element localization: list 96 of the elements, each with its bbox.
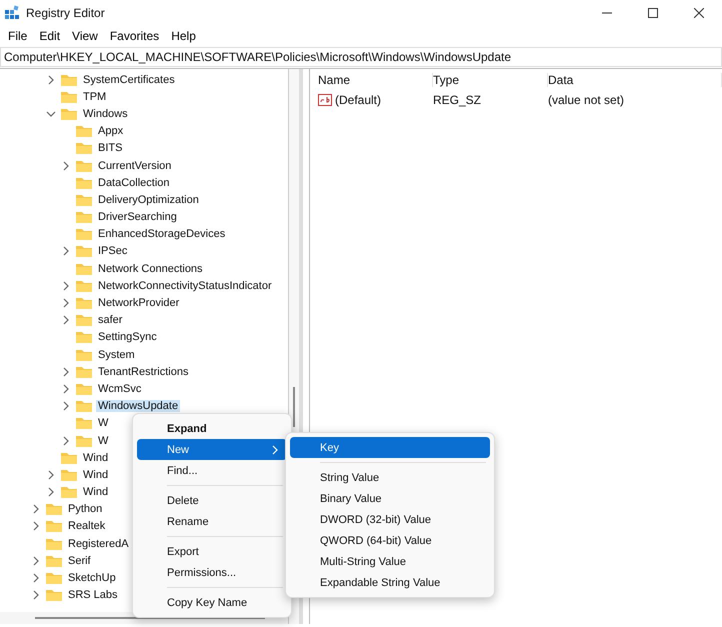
tree-item[interactable]: Network Connections (96, 262, 205, 275)
menu-bar-item[interactable]: Favorites (104, 29, 166, 43)
menu-bar-item[interactable]: View (66, 29, 104, 43)
folder-icon (75, 382, 93, 396)
tree-item[interactable]: EnhancedStorageDevices (96, 228, 228, 240)
string-value-icon (318, 94, 332, 106)
column-header[interactable]: Data (548, 73, 722, 87)
tree-item[interactable]: SystemCertificates (81, 74, 177, 86)
tree-item[interactable]: SketchUp (66, 572, 118, 584)
table-cell-text: REG_SZ (433, 93, 482, 107)
folder-icon (75, 141, 93, 156)
folder-icon (45, 571, 63, 586)
menu-item[interactable]: Multi-String Value (290, 551, 490, 572)
tree-item[interactable]: WindowsUpdate (96, 400, 180, 412)
folder-icon (75, 278, 93, 293)
folder-icon (60, 485, 78, 500)
tree-item[interactable]: DriverSearching (96, 211, 179, 224)
tree-item[interactable]: SRS Labs (66, 589, 120, 602)
tree-item[interactable]: CurrentVersion (96, 160, 174, 172)
tree-item[interactable]: NetworkConnectivityStatusIndicator (96, 280, 274, 292)
folder-icon (45, 519, 63, 534)
menu-item[interactable]: String Value (290, 467, 490, 488)
folder-icon (45, 536, 63, 551)
folder-icon (45, 502, 63, 516)
folder-icon (75, 262, 93, 276)
folder-icon (45, 554, 63, 568)
menu-item[interactable]: Binary Value (290, 488, 490, 509)
menu-item[interactable]: Delete (137, 490, 287, 511)
tree-item[interactable]: Wind (81, 452, 110, 464)
menu-item[interactable]: Rename (137, 511, 287, 532)
tree-item[interactable]: Python (66, 503, 104, 516)
folder-icon (60, 106, 78, 121)
menu-item[interactable]: Expand (137, 418, 287, 439)
tree-item[interactable]: W (96, 434, 110, 447)
folder-icon (60, 72, 78, 87)
folder-icon (75, 330, 93, 344)
tree-item[interactable]: Wind (81, 486, 110, 498)
folder-icon (75, 416, 93, 430)
table-cell-text: (value not set) (548, 93, 626, 107)
tree-item[interactable]: Windows (81, 108, 130, 120)
folder-icon (75, 124, 93, 138)
menu-bar-item[interactable]: Help (165, 29, 202, 43)
menu-item[interactable]: DWORD (32-bit) Value (290, 509, 490, 530)
folder-icon (75, 227, 93, 242)
tree-item[interactable]: System (96, 348, 137, 361)
menu-item[interactable]: Key (290, 437, 490, 458)
tree-item[interactable]: SettingSync (96, 331, 159, 344)
tree-item[interactable]: Realtek (66, 520, 108, 532)
folder-icon (60, 468, 78, 482)
tree-item[interactable]: TenantRestrictions (96, 366, 190, 378)
menu-bar-item[interactable]: File (2, 29, 34, 43)
folder-icon (75, 399, 93, 414)
tree-item[interactable]: RegisteredA (66, 538, 131, 550)
tree-item[interactable]: W (96, 417, 110, 430)
folder-icon (75, 210, 93, 224)
tree-item[interactable]: DataCollection (96, 176, 172, 189)
folder-icon (75, 296, 93, 310)
tree-item[interactable]: WcmSvc (96, 382, 144, 395)
window-title: Registry Editor (26, 6, 106, 20)
folder-icon (75, 158, 93, 173)
column-header[interactable]: Name (318, 73, 433, 87)
menu-item[interactable]: Expandable String Value (290, 572, 490, 593)
menu-bar-item[interactable]: Edit (33, 29, 66, 43)
tree-item[interactable]: DeliveryOptimization (96, 194, 201, 206)
folder-icon (45, 588, 63, 602)
tree-item[interactable]: safer (96, 314, 124, 326)
folder-icon (75, 176, 93, 190)
tree-item[interactable]: Serif (66, 554, 93, 567)
menu-item[interactable]: Permissions... (137, 562, 287, 583)
tree-item[interactable]: TPM (81, 90, 108, 103)
folder-icon (75, 434, 93, 448)
close-icon (694, 8, 704, 18)
folder-icon (60, 90, 78, 104)
tree-item[interactable]: Appx (96, 125, 126, 138)
scrollbar-thumb[interactable] (293, 387, 295, 427)
tree-item[interactable]: BITS (96, 142, 124, 154)
table-cell: (Default) (335, 93, 382, 107)
folder-icon (75, 364, 93, 379)
tree-item[interactable]: Wind (81, 468, 110, 481)
folder-icon (75, 313, 93, 328)
tree-item[interactable]: NetworkProvider (96, 297, 182, 310)
menu-item[interactable]: Find... (137, 460, 287, 481)
folder-icon (75, 348, 93, 362)
menu-item[interactable]: Copy Key Name (137, 592, 287, 613)
address-field[interactable]: Computer\HKEY_LOCAL_MACHINE\SOFTWARE\Policies\Microsoft\Windows\WindowsUpdate (0, 47, 722, 67)
menu-item[interactable]: QWORD (64-bit) Value (290, 530, 490, 551)
column-header[interactable]: Type (433, 73, 548, 87)
folder-icon (60, 450, 78, 465)
folder-icon (75, 192, 93, 207)
menu-item[interactable]: Export (137, 541, 287, 562)
maximize-icon (648, 8, 658, 18)
folder-icon (75, 244, 93, 258)
menu-item[interactable]: New (137, 439, 287, 460)
tree-item[interactable]: IPSec (96, 245, 130, 258)
app-icon (4, 5, 20, 21)
collapse-chevron-icon[interactable] (45, 108, 57, 119)
